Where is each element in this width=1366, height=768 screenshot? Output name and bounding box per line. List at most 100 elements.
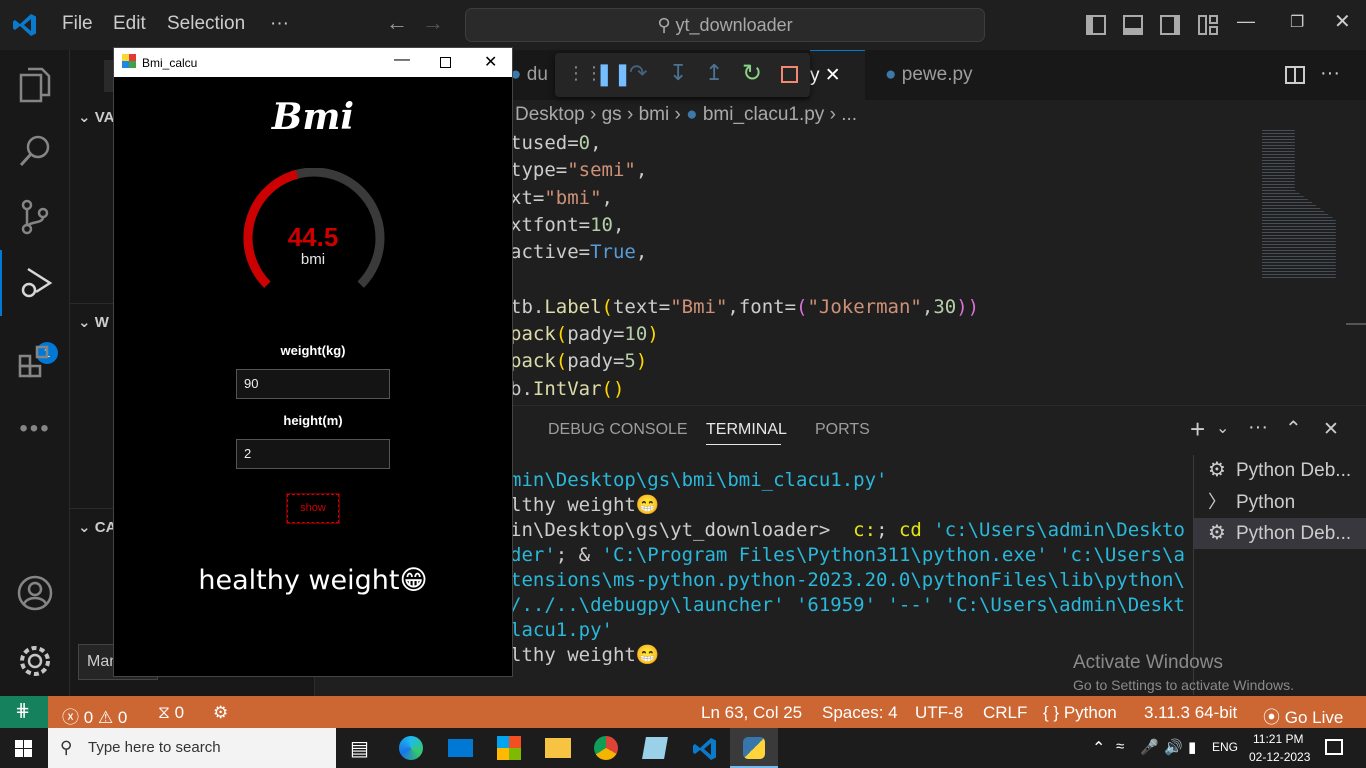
go-live[interactable]: ⦿ Go Live — [1263, 703, 1343, 728]
restore-icon[interactable]: ❐ — [1290, 12, 1304, 32]
encoding[interactable]: UTF-8 — [915, 703, 963, 723]
customize-layout-icon[interactable] — [1198, 15, 1218, 35]
command-center-search[interactable]: ⚲ yt_downloader — [465, 8, 985, 42]
line-ending[interactable]: CRLF — [983, 703, 1027, 723]
speaker-icon[interactable]: 🔊 — [1164, 738, 1183, 756]
problems-indicator[interactable]: ⓧ 0 ⚠ 0 — [62, 703, 127, 728]
toggle-sidebar-icon[interactable] — [1086, 15, 1106, 35]
step-into-icon[interactable]: ↧ — [669, 60, 687, 86]
weight-input[interactable]: 90 — [236, 369, 390, 399]
restart-icon[interactable]: ↻ — [742, 59, 762, 88]
tab-du[interactable]: ● du — [510, 50, 560, 100]
input-language[interactable]: ENG — [1212, 740, 1238, 754]
sidebar-section-variables[interactable]: ⌄ VA — [78, 108, 114, 126]
show-hidden-icons[interactable]: ⌃ — [1092, 738, 1105, 758]
tk-close-icon[interactable]: ✕ — [484, 52, 497, 72]
indentation[interactable]: Spaces: 4 — [822, 703, 898, 723]
explorer-icon[interactable] — [0, 52, 70, 118]
notification-icon[interactable] — [1325, 739, 1343, 755]
terminal-icon: 〉 — [1208, 492, 1226, 512]
remote-indicator[interactable]: ⋕ — [0, 696, 48, 728]
forward-arrow-icon[interactable]: → — [422, 10, 444, 36]
mail-icon[interactable] — [448, 739, 473, 757]
breadcrumb-file[interactable]: bmi_clacu1.py — [703, 104, 824, 125]
toggle-secondary-sidebar-icon[interactable] — [1160, 15, 1180, 35]
code-editor[interactable]: tused=0, type="semi", xt="bmi", xtfont=10, a… — [510, 130, 1260, 405]
close-panel-icon[interactable]: ✕ — [1323, 418, 1339, 441]
debug-icon: ⚙ — [1208, 459, 1226, 481]
maximize-panel-icon[interactable]: ⌃ — [1285, 416, 1302, 441]
height-label: height(m) — [283, 413, 343, 428]
network-icon[interactable]: ≈ — [1116, 738, 1124, 755]
minimap[interactable] — [1262, 130, 1336, 280]
step-over-icon[interactable]: ↷ — [629, 60, 647, 86]
ports-indicator[interactable]: ⧖ 0 — [158, 703, 184, 723]
terminal-item-python-debug-1[interactable]: ⚙ Python Deb... — [1194, 455, 1366, 486]
vscode-taskbar-icon[interactable] — [692, 736, 718, 762]
step-out-icon[interactable]: ↥ — [705, 60, 723, 86]
language-mode[interactable]: { } Python — [1043, 703, 1117, 723]
mic-icon[interactable]: 🎤 — [1140, 738, 1159, 756]
terminal-item-python[interactable]: 〉 Python — [1194, 487, 1366, 518]
store-icon[interactable] — [497, 736, 521, 760]
height-input[interactable]: 2 — [236, 439, 390, 469]
stop-icon[interactable] — [781, 66, 798, 83]
edge-icon[interactable] — [399, 736, 423, 760]
tk-minimize-icon[interactable]: — — [394, 51, 410, 69]
menu-file[interactable]: File — [62, 13, 93, 35]
back-arrow-icon[interactable]: ← — [386, 10, 408, 36]
search-view-icon[interactable] — [0, 118, 70, 184]
tab-ports[interactable]: PORTS — [815, 421, 870, 439]
file-explorer-icon[interactable] — [545, 738, 571, 758]
tab-debug-console[interactable]: DEBUG CONSOLE — [548, 421, 688, 439]
meter-subtext: bmi — [300, 251, 326, 268]
more-views-icon[interactable]: ••• — [0, 396, 70, 462]
clock-time[interactable]: 11:21 PM — [1253, 732, 1303, 746]
chevron-down-icon[interactable]: ⌄ — [1216, 418, 1229, 438]
show-button[interactable]: show — [286, 493, 340, 524]
cursor-position[interactable]: Ln 63, Col 25 — [701, 703, 802, 723]
windows-start-icon[interactable] — [15, 740, 32, 757]
task-view-icon[interactable]: ▤ — [350, 736, 369, 761]
python-taskbar-item[interactable] — [730, 728, 778, 768]
tab-terminal[interactable]: TERMINAL — [706, 421, 787, 439]
breadcrumb-symbol[interactable]: ... — [841, 104, 857, 125]
terminal-item-python-debug-2[interactable]: ⚙ Python Deb... — [1194, 518, 1366, 549]
debug-status-icon[interactable]: ⚙ — [213, 703, 228, 723]
panel-more-icon[interactable]: ··· — [1248, 416, 1268, 439]
minimize-icon[interactable]: — — [1237, 11, 1255, 32]
sidebar-section-watch[interactable]: ⌄ W — [78, 313, 109, 331]
app-icon[interactable] — [642, 737, 668, 759]
new-terminal-icon[interactable]: + — [1190, 414, 1205, 445]
tab-active[interactable]: y ✕ — [810, 50, 865, 100]
menu-selection[interactable]: Selection — [167, 13, 245, 35]
tk-maximize-icon[interactable] — [440, 57, 451, 68]
menu-edit[interactable]: Edit — [113, 13, 146, 35]
run-debug-icon[interactable] — [0, 250, 70, 316]
battery-icon[interactable]: ▮ — [1188, 738, 1196, 756]
python-interpreter[interactable]: 3.11.3 64-bit — [1144, 703, 1237, 723]
activate-windows-subtitle: Go to Settings to activate Windows. — [1073, 677, 1294, 693]
breadcrumb-bmi[interactable]: bmi — [639, 104, 670, 125]
menu-more[interactable]: ··· — [270, 13, 289, 35]
search-icon: ⚲ — [657, 15, 676, 35]
tab-pewe[interactable]: ● pewe.py — [870, 50, 1035, 100]
close-tab-icon[interactable]: ✕ — [825, 65, 841, 86]
toggle-panel-icon[interactable] — [1123, 15, 1143, 35]
editor-more-icon[interactable]: ··· — [1320, 62, 1340, 85]
sidebar-section-callstack[interactable]: ⌄ CA — [78, 518, 116, 536]
search-icon: ⚲ — [60, 738, 73, 757]
chrome-icon[interactable] — [594, 736, 618, 760]
pause-icon[interactable]: ❚❚ — [595, 61, 632, 87]
accounts-icon[interactable] — [0, 560, 70, 626]
terminal-output[interactable]: min\Desktop\gs\bmi\bmi_clacu1.py' lthy we… — [510, 468, 1190, 678]
taskbar-search[interactable]: ⚲ Type here to search — [48, 728, 336, 768]
breadcrumb-desktop[interactable]: Desktop — [515, 104, 585, 125]
breadcrumb-gs[interactable]: gs — [602, 104, 622, 125]
manage-gear-icon[interactable] — [0, 628, 70, 694]
close-window-icon[interactable]: ✕ — [1334, 9, 1351, 34]
source-control-icon[interactable] — [0, 184, 70, 250]
clock-date[interactable]: 02-12-2023 — [1249, 750, 1310, 764]
split-editor-icon[interactable] — [1285, 66, 1305, 84]
extensions-icon[interactable] — [0, 328, 70, 394]
